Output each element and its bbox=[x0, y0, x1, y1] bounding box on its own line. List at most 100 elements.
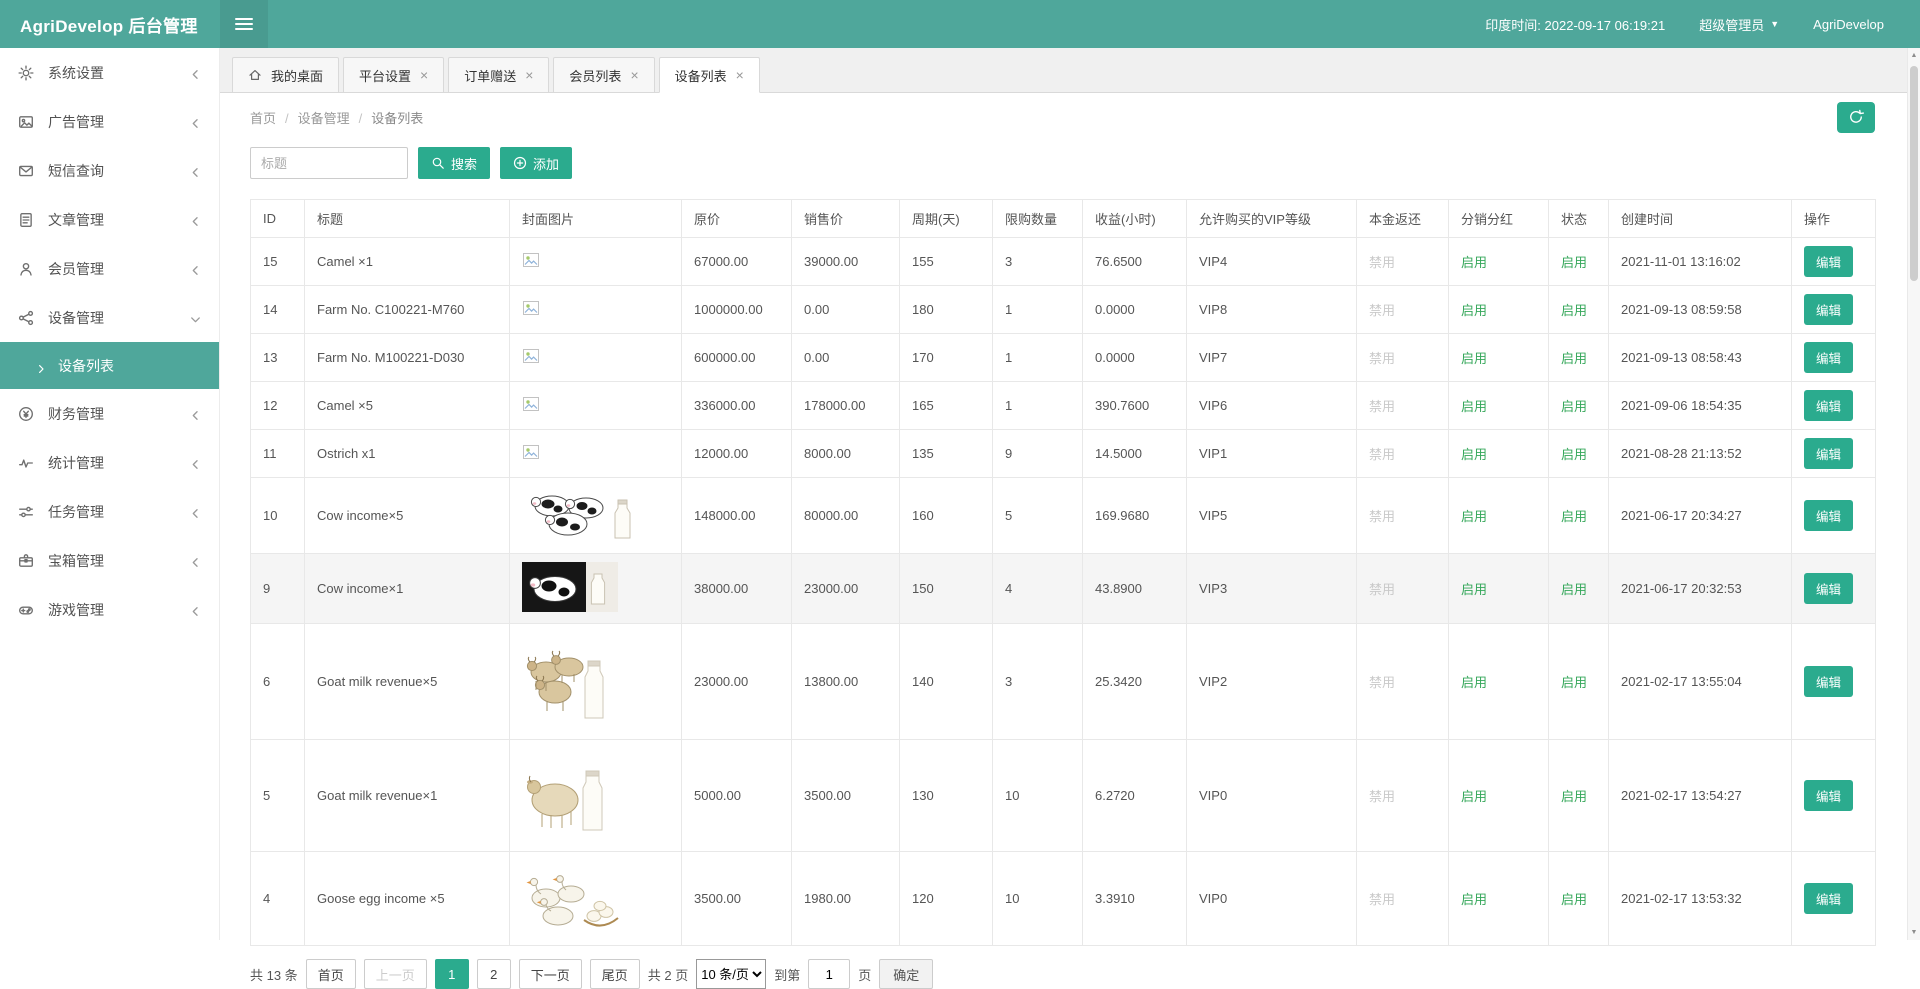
close-icon[interactable]: × bbox=[736, 68, 744, 82]
cell-period-days: 170 bbox=[900, 334, 993, 382]
refresh-icon bbox=[1848, 109, 1864, 125]
cell-status: 启用 bbox=[1549, 382, 1609, 430]
sidebar-item-label: 宝箱管理 bbox=[48, 551, 104, 571]
cell-actions: 编辑 bbox=[1792, 286, 1876, 334]
sidebar-item-task-management[interactable]: 任务管理 bbox=[0, 487, 219, 536]
cell-period-days: 130 bbox=[900, 740, 993, 852]
search-input[interactable] bbox=[250, 147, 408, 179]
product-image bbox=[522, 395, 540, 413]
first-page-button[interactable]: 首页 bbox=[306, 959, 356, 989]
tab-member-list[interactable]: 会员列表× bbox=[553, 57, 654, 93]
vertical-scrollbar[interactable]: ▲ ▼ bbox=[1907, 48, 1920, 940]
search-button[interactable]: 搜索 bbox=[418, 147, 490, 179]
user-role-dropdown[interactable]: 超级管理员 ▼ bbox=[1699, 15, 1779, 34]
edit-button[interactable]: 编辑 bbox=[1804, 883, 1853, 914]
edit-button[interactable]: 编辑 bbox=[1804, 438, 1853, 469]
caret-down-icon: ▼ bbox=[1770, 20, 1779, 29]
refresh-button[interactable] bbox=[1837, 102, 1875, 133]
cell-sale-price: 8000.00 bbox=[792, 430, 900, 478]
cell-hourly-revenue: 14.5000 bbox=[1083, 430, 1187, 478]
main-area: 我的桌面平台设置×订单赠送×会员列表×设备列表× 首页/设备管理/设备列表 搜索… bbox=[220, 48, 1920, 940]
sidebar-item-system-settings[interactable]: 系统设置 bbox=[0, 48, 219, 97]
sidebar-item-statistics-management[interactable]: 统计管理 bbox=[0, 438, 219, 487]
column-header: 允许购买的VIP等级 bbox=[1187, 200, 1357, 238]
cell-actions: 编辑 bbox=[1792, 852, 1876, 946]
edit-button[interactable]: 编辑 bbox=[1804, 342, 1853, 373]
sidebar-item-treasure-management[interactable]: 宝箱管理 bbox=[0, 536, 219, 585]
cell-distribution-dividend: 启用 bbox=[1449, 430, 1549, 478]
edit-button[interactable]: 编辑 bbox=[1804, 666, 1853, 697]
add-button[interactable]: 添加 bbox=[500, 147, 572, 179]
sidebar-item-member-management[interactable]: 会员管理 bbox=[0, 244, 219, 293]
cell-actions: 编辑 bbox=[1792, 334, 1876, 382]
sidebar-item-sms-query[interactable]: 短信查询 bbox=[0, 146, 219, 195]
scrollbar-thumb[interactable] bbox=[1910, 66, 1918, 281]
scroll-up-icon[interactable]: ▲ bbox=[1908, 48, 1920, 63]
cell-principal-return: 禁用 bbox=[1357, 740, 1449, 852]
cell-vip-level: VIP0 bbox=[1187, 852, 1357, 946]
sidebar-item-label: 系统设置 bbox=[48, 63, 104, 83]
tab-my-desktop[interactable]: 我的桌面 bbox=[232, 57, 339, 93]
table-row: 12Camel ×5336000.00178000.001651390.7600… bbox=[251, 382, 1876, 430]
last-page-button[interactable]: 尾页 bbox=[590, 959, 640, 989]
tab-device-list[interactable]: 设备列表× bbox=[659, 57, 760, 93]
table-row: 15Camel ×167000.0039000.00155376.6500VIP… bbox=[251, 238, 1876, 286]
tab-label: 我的桌面 bbox=[271, 66, 323, 85]
breadcrumb-item[interactable]: 设备管理 bbox=[298, 111, 350, 126]
breadcrumb-item[interactable]: 首页 bbox=[250, 111, 276, 126]
cell-created-at: 2021-02-17 13:55:04 bbox=[1609, 624, 1792, 740]
device-icon bbox=[18, 310, 34, 326]
edit-button[interactable]: 编辑 bbox=[1804, 780, 1853, 811]
page-button-1[interactable]: 1 bbox=[435, 959, 469, 989]
tab-order-gift[interactable]: 订单赠送× bbox=[448, 57, 549, 93]
scroll-down-icon[interactable]: ▼ bbox=[1908, 925, 1920, 940]
sidebar-item-article-management[interactable]: 文章管理 bbox=[0, 195, 219, 244]
chevron-left-icon bbox=[190, 67, 201, 78]
close-icon[interactable]: × bbox=[630, 68, 638, 82]
cell-original-price: 23000.00 bbox=[682, 624, 792, 740]
ad-icon bbox=[18, 114, 34, 130]
cell-id: 10 bbox=[251, 478, 305, 554]
page-button-2[interactable]: 2 bbox=[477, 959, 511, 989]
cell-created-at: 2021-11-01 13:16:02 bbox=[1609, 238, 1792, 286]
table-row: 4Goose egg income ×53500.001980.00120103… bbox=[251, 852, 1876, 946]
next-page-button[interactable]: 下一页 bbox=[519, 959, 582, 989]
table-row: 6Goat milk revenue×523000.0013800.001403… bbox=[251, 624, 1876, 740]
hamburger-button[interactable] bbox=[220, 0, 268, 48]
sidebar-item-ad-management[interactable]: 广告管理 bbox=[0, 97, 219, 146]
cell-id: 12 bbox=[251, 382, 305, 430]
edit-button[interactable]: 编辑 bbox=[1804, 390, 1853, 421]
cell-hourly-revenue: 169.9680 bbox=[1083, 478, 1187, 554]
confirm-button[interactable]: 确定 bbox=[879, 959, 933, 989]
cell-actions: 编辑 bbox=[1792, 554, 1876, 624]
cell-original-price: 336000.00 bbox=[682, 382, 792, 430]
close-icon[interactable]: × bbox=[420, 68, 428, 82]
pagination: 共 13 条首页上一页12下一页尾页共 2 页10 条/页到第页确定 bbox=[250, 959, 1890, 989]
goto-page-input[interactable] bbox=[808, 959, 850, 989]
edit-button[interactable]: 编辑 bbox=[1804, 500, 1853, 531]
cell-vip-level: VIP8 bbox=[1187, 286, 1357, 334]
sidebar-item-game-management[interactable]: 游戏管理 bbox=[0, 585, 219, 634]
hamburger-icon bbox=[235, 15, 253, 33]
per-page-select[interactable]: 10 条/页 bbox=[696, 959, 766, 989]
cell-sale-price: 39000.00 bbox=[792, 238, 900, 286]
sidebar-item-label: 任务管理 bbox=[48, 502, 104, 522]
article-icon bbox=[18, 212, 34, 228]
cell-created-at: 2021-06-17 20:32:53 bbox=[1609, 554, 1792, 624]
edit-button[interactable]: 编辑 bbox=[1804, 246, 1853, 277]
close-icon[interactable]: × bbox=[525, 68, 533, 82]
sidebar-subitem-device-list[interactable]: 设备列表 bbox=[0, 342, 219, 389]
cell-actions: 编辑 bbox=[1792, 624, 1876, 740]
goto-label: 到第 bbox=[774, 965, 800, 984]
tab-platform-settings[interactable]: 平台设置× bbox=[343, 57, 444, 93]
cell-principal-return: 禁用 bbox=[1357, 554, 1449, 624]
sidebar-item-device-management[interactable]: 设备管理 bbox=[0, 293, 219, 342]
cell-distribution-dividend: 启用 bbox=[1449, 238, 1549, 286]
column-header: 原价 bbox=[682, 200, 792, 238]
cell-title: Goose egg income ×5 bbox=[305, 852, 510, 946]
edit-button[interactable]: 编辑 bbox=[1804, 294, 1853, 325]
app-header: AgriDevelop 后台管理 印度时间: 2022-09-17 06:19:… bbox=[0, 0, 1920, 48]
sidebar-item-finance-management[interactable]: 财务管理 bbox=[0, 389, 219, 438]
edit-button[interactable]: 编辑 bbox=[1804, 573, 1853, 604]
brand-link[interactable]: AgriDevelop bbox=[1813, 17, 1884, 32]
